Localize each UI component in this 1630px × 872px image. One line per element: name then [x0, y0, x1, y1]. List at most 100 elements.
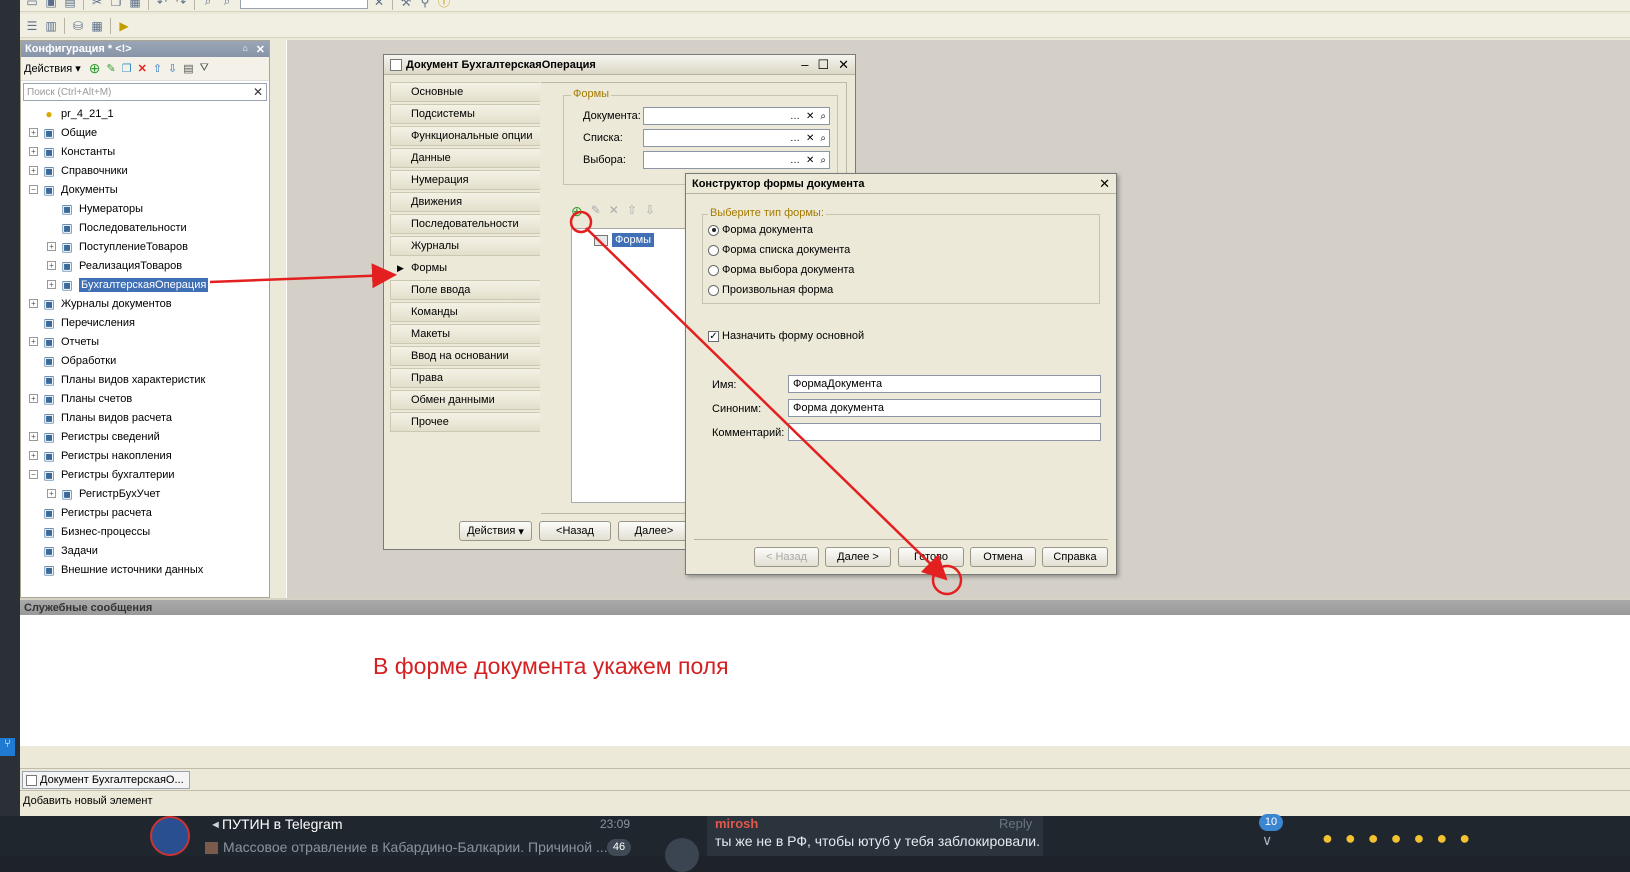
forms-list-item[interactable]: Формы	[594, 233, 655, 247]
expand-icon[interactable]: +	[47, 261, 56, 270]
emoji-icon[interactable]: ●	[1345, 828, 1356, 849]
new-icon[interactable]: ▭	[24, 0, 40, 10]
add-form-icon[interactable]: ⊕	[571, 203, 583, 220]
config-search-input[interactable]: Поиск (Ctrl+Alt+M) ✕	[23, 83, 267, 101]
emoji-icon[interactable]: ●	[1436, 828, 1447, 849]
next-button[interactable]: Далее>	[618, 521, 690, 541]
tree-item[interactable]: + ▣ Отчеты	[21, 332, 269, 351]
expand-icon[interactable]: +	[29, 166, 38, 175]
back-button[interactable]: <Назад	[539, 521, 611, 541]
tab-item[interactable]: Ввод на основании	[390, 346, 540, 366]
tree-item[interactable]: + ▣ Константы	[21, 142, 269, 161]
pin-icon[interactable]: ⌂	[242, 43, 247, 56]
back-button[interactable]: < Назад	[754, 547, 819, 567]
copy-item-icon[interactable]: ❐	[122, 62, 132, 75]
move-down-icon[interactable]: ⇩	[645, 203, 655, 220]
move-down-icon[interactable]: ⇩	[168, 62, 177, 75]
reply-link[interactable]: Reply	[999, 816, 1032, 831]
form-type-option[interactable]: Форма документа	[708, 220, 854, 240]
form-type-option[interactable]: Форма выбора документа	[708, 260, 854, 280]
search-icon[interactable]: ⌕	[820, 155, 826, 166]
expand-icon[interactable]: +	[29, 337, 38, 346]
open-icon[interactable]: ▣	[43, 0, 59, 10]
tree-item[interactable]: + ▣ Планы счетов	[21, 389, 269, 408]
form-select-field[interactable]: … ✕ ⌕	[643, 107, 830, 125]
syntax-icon[interactable]: ⚲	[417, 0, 433, 10]
find-icon[interactable]: ⌕	[200, 0, 216, 10]
expand-icon[interactable]: +	[29, 299, 38, 308]
ellipsis-icon[interactable]: …	[790, 133, 800, 144]
maximize-icon[interactable]: ☐	[817, 57, 829, 73]
cancel-button[interactable]: Отмена	[970, 547, 1036, 567]
cut-icon[interactable]: ✂	[89, 0, 105, 10]
tree-item[interactable]: ▣ Задачи	[21, 541, 269, 560]
close-icon[interactable]: ✕	[1099, 176, 1110, 192]
ellipsis-icon[interactable]: …	[790, 155, 800, 166]
edit-icon[interactable]: ✎	[107, 62, 116, 75]
tree-item[interactable]: ▣ Планы видов характеристик	[21, 370, 269, 389]
tree-item[interactable]: + ▣ Справочники	[21, 161, 269, 180]
list-icon[interactable]: ☰	[24, 18, 40, 34]
filter-icon[interactable]: ⛛	[200, 62, 209, 75]
radio-icon[interactable]	[708, 244, 719, 256]
synonym-field[interactable]: Форма документа	[788, 399, 1101, 417]
ellipsis-icon[interactable]: …	[790, 111, 800, 122]
tree-item[interactable]: − ▣ Регистры бухгалтерии	[21, 465, 269, 484]
tree-item[interactable]: + ▣ Регистры сведений	[21, 427, 269, 446]
minimize-icon[interactable]: –	[801, 57, 808, 73]
tab-item[interactable]: Журналы	[390, 236, 540, 256]
add-icon[interactable]: ⊕	[89, 60, 101, 77]
chevron-down-icon[interactable]: ∨	[1262, 832, 1272, 849]
config-icon[interactable]: ▥	[43, 18, 59, 34]
done-button[interactable]: Готово	[898, 547, 964, 567]
tree-item[interactable]: ● pr_4_21_1	[21, 104, 269, 123]
actions-menu[interactable]: Действия ▾	[24, 62, 81, 75]
tab-item[interactable]: Данные	[390, 148, 540, 168]
expand-icon[interactable]: +	[29, 147, 38, 156]
tree-item[interactable]: + ▣ РегистрБухУчет	[21, 484, 269, 503]
clear-search-icon[interactable]: ✕	[371, 0, 387, 10]
expand-icon[interactable]: +	[29, 432, 38, 441]
tree-item[interactable]: + ▣ Общие	[21, 123, 269, 142]
sort-icon[interactable]: ▤	[183, 62, 193, 75]
tree-item[interactable]: + ▣ РеализацияТоваров	[21, 256, 269, 275]
default-form-checkbox[interactable]: ✓	[708, 330, 719, 342]
tree-item[interactable]: + ▣ БухгалтерскаяОперация	[21, 275, 269, 294]
expand-icon[interactable]: −	[29, 470, 38, 479]
tools-icon[interactable]: ⚒	[398, 0, 414, 10]
tree-item[interactable]: + ▣ ПоступлениеТоваров	[21, 237, 269, 256]
tree-item[interactable]: + ▣ Регистры накопления	[21, 446, 269, 465]
comment-field[interactable]	[788, 423, 1101, 441]
emoji-icon[interactable]: ●	[1459, 828, 1470, 849]
emoji-icon[interactable]: ●	[1368, 828, 1379, 849]
expand-icon[interactable]: +	[29, 394, 38, 403]
close-icon[interactable]: ✕	[838, 57, 849, 73]
table-icon[interactable]: ▦	[89, 18, 105, 34]
tab-item[interactable]: Нумерация	[390, 170, 540, 190]
tab-item[interactable]: Подсистемы	[390, 104, 540, 124]
tree-item[interactable]: ▣ Планы видов расчета	[21, 408, 269, 427]
tab-item[interactable]: Макеты	[390, 324, 540, 344]
tab-item[interactable]: ▶ Формы	[390, 258, 540, 278]
tree-item[interactable]: + ▣ Журналы документов	[21, 294, 269, 313]
next-button[interactable]: Далее >	[825, 547, 891, 567]
clear-icon[interactable]: ✕	[806, 133, 814, 144]
name-field[interactable]: ФормаДокумента	[788, 375, 1101, 393]
git-branch-icon[interactable]: ⑂	[0, 738, 15, 756]
tree-item[interactable]: − ▣ Документы	[21, 180, 269, 199]
tab-item[interactable]: Поле ввода	[390, 280, 540, 300]
tree-item[interactable]: ▣ Бизнес-процессы	[21, 522, 269, 541]
delete-form-icon[interactable]: ✕	[609, 203, 619, 220]
tab-item[interactable]: Функциональные опции	[390, 126, 540, 146]
tree-item[interactable]: ▣ Обработки	[21, 351, 269, 370]
search-combo[interactable]	[240, 0, 368, 9]
tab-item[interactable]: Движения	[390, 192, 540, 212]
form-type-option[interactable]: Форма списка документа	[708, 240, 854, 260]
database-icon[interactable]: ⛁	[70, 18, 86, 34]
tree-item[interactable]: ▣ Перечисления	[21, 313, 269, 332]
tree-item[interactable]: ▣ Последовательности	[21, 218, 269, 237]
search-icon[interactable]: ⌕	[820, 111, 826, 122]
scroll-down-badge[interactable]: 10	[1259, 814, 1283, 831]
copy-icon[interactable]: ❐	[108, 0, 124, 10]
expand-icon[interactable]: +	[47, 489, 56, 498]
